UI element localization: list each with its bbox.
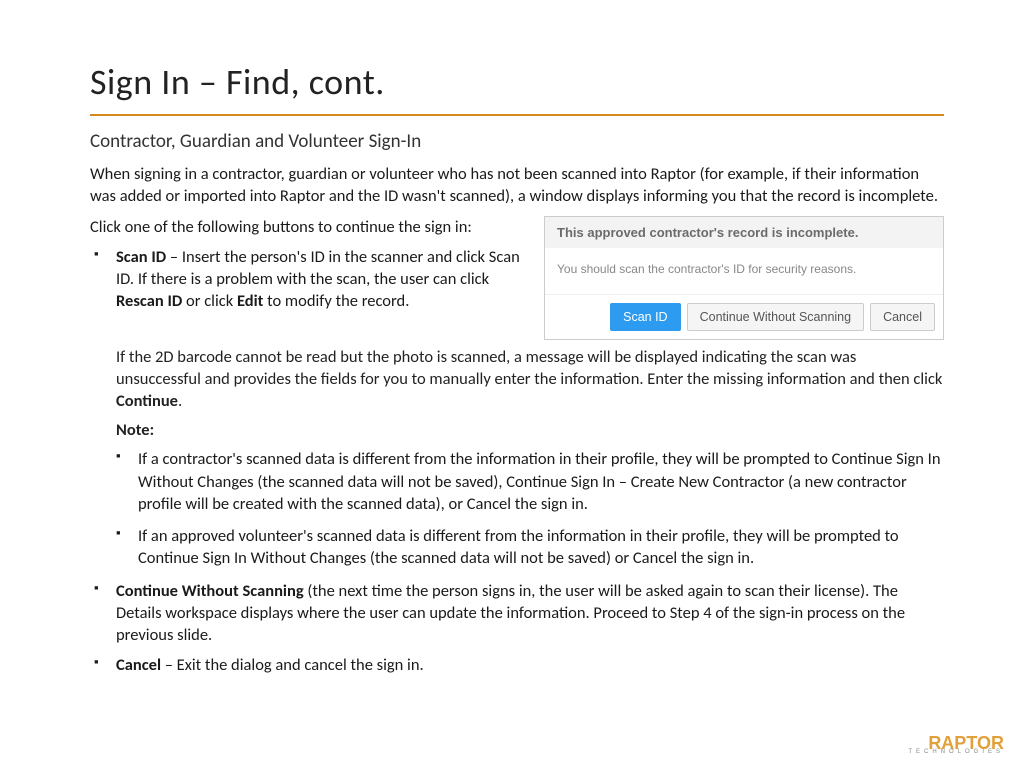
scan-id-text-1: – Insert the person's ID in the scanner … bbox=[116, 247, 520, 289]
raptor-logo: RAPTOR TECHNOLOGIES bbox=[908, 737, 1004, 754]
rescan-id-bold: Rescan ID bbox=[116, 291, 182, 311]
continue-bold: Continue bbox=[116, 391, 178, 411]
note-label: Note: bbox=[116, 420, 944, 440]
note-item-contractor: If a contractor's scanned data is differ… bbox=[138, 448, 944, 515]
intro-paragraph: When signing in a contractor, guardian o… bbox=[90, 163, 944, 208]
bullet-scan-id: Scan ID – Insert the person's ID in the … bbox=[116, 246, 528, 313]
edit-bold: Edit bbox=[237, 291, 263, 311]
section-subtitle: Contractor, Guardian and Volunteer Sign-… bbox=[90, 130, 944, 153]
scan-id-button[interactable]: Scan ID bbox=[610, 303, 680, 331]
bullet-continue-without-scanning: Continue Without Scanning (the next time… bbox=[116, 580, 944, 647]
barcode-text-b: . bbox=[178, 391, 182, 411]
continue-without-scanning-button[interactable]: Continue Without Scanning bbox=[687, 303, 864, 331]
dialog-header: This approved contractor's record is inc… bbox=[545, 217, 943, 248]
cws-label: Continue Without Scanning bbox=[116, 581, 304, 601]
logo-sub-text: TECHNOLOGIES bbox=[908, 750, 1004, 754]
dialog-body-text: You should scan the contractor's ID for … bbox=[545, 248, 943, 294]
note-item-volunteer: If an approved volunteer's scanned data … bbox=[138, 525, 944, 570]
cancel-button[interactable]: Cancel bbox=[870, 303, 935, 331]
scan-id-text-2: or click bbox=[182, 291, 237, 311]
barcode-text-a: If the 2D barcode cannot be read but the… bbox=[116, 347, 942, 389]
dialog-footer: Scan ID Continue Without Scanning Cancel bbox=[545, 294, 943, 339]
incomplete-record-dialog: This approved contractor's record is inc… bbox=[544, 216, 944, 340]
logo-main-text: RAPTOR bbox=[908, 737, 1004, 750]
bullet-cancel: Cancel – Exit the dialog and cancel the … bbox=[116, 654, 944, 676]
title-rule bbox=[90, 114, 944, 116]
scan-id-text-3: to modify the record. bbox=[263, 291, 409, 311]
barcode-paragraph: If the 2D barcode cannot be read but the… bbox=[116, 346, 944, 413]
cancel-text: – Exit the dialog and cancel the sign in… bbox=[161, 655, 424, 675]
page-title: Sign In – Find, cont. bbox=[90, 60, 944, 104]
scan-id-label: Scan ID bbox=[116, 247, 166, 267]
cancel-label: Cancel bbox=[116, 655, 161, 675]
lead-in-text: Click one of the following buttons to co… bbox=[90, 216, 528, 238]
